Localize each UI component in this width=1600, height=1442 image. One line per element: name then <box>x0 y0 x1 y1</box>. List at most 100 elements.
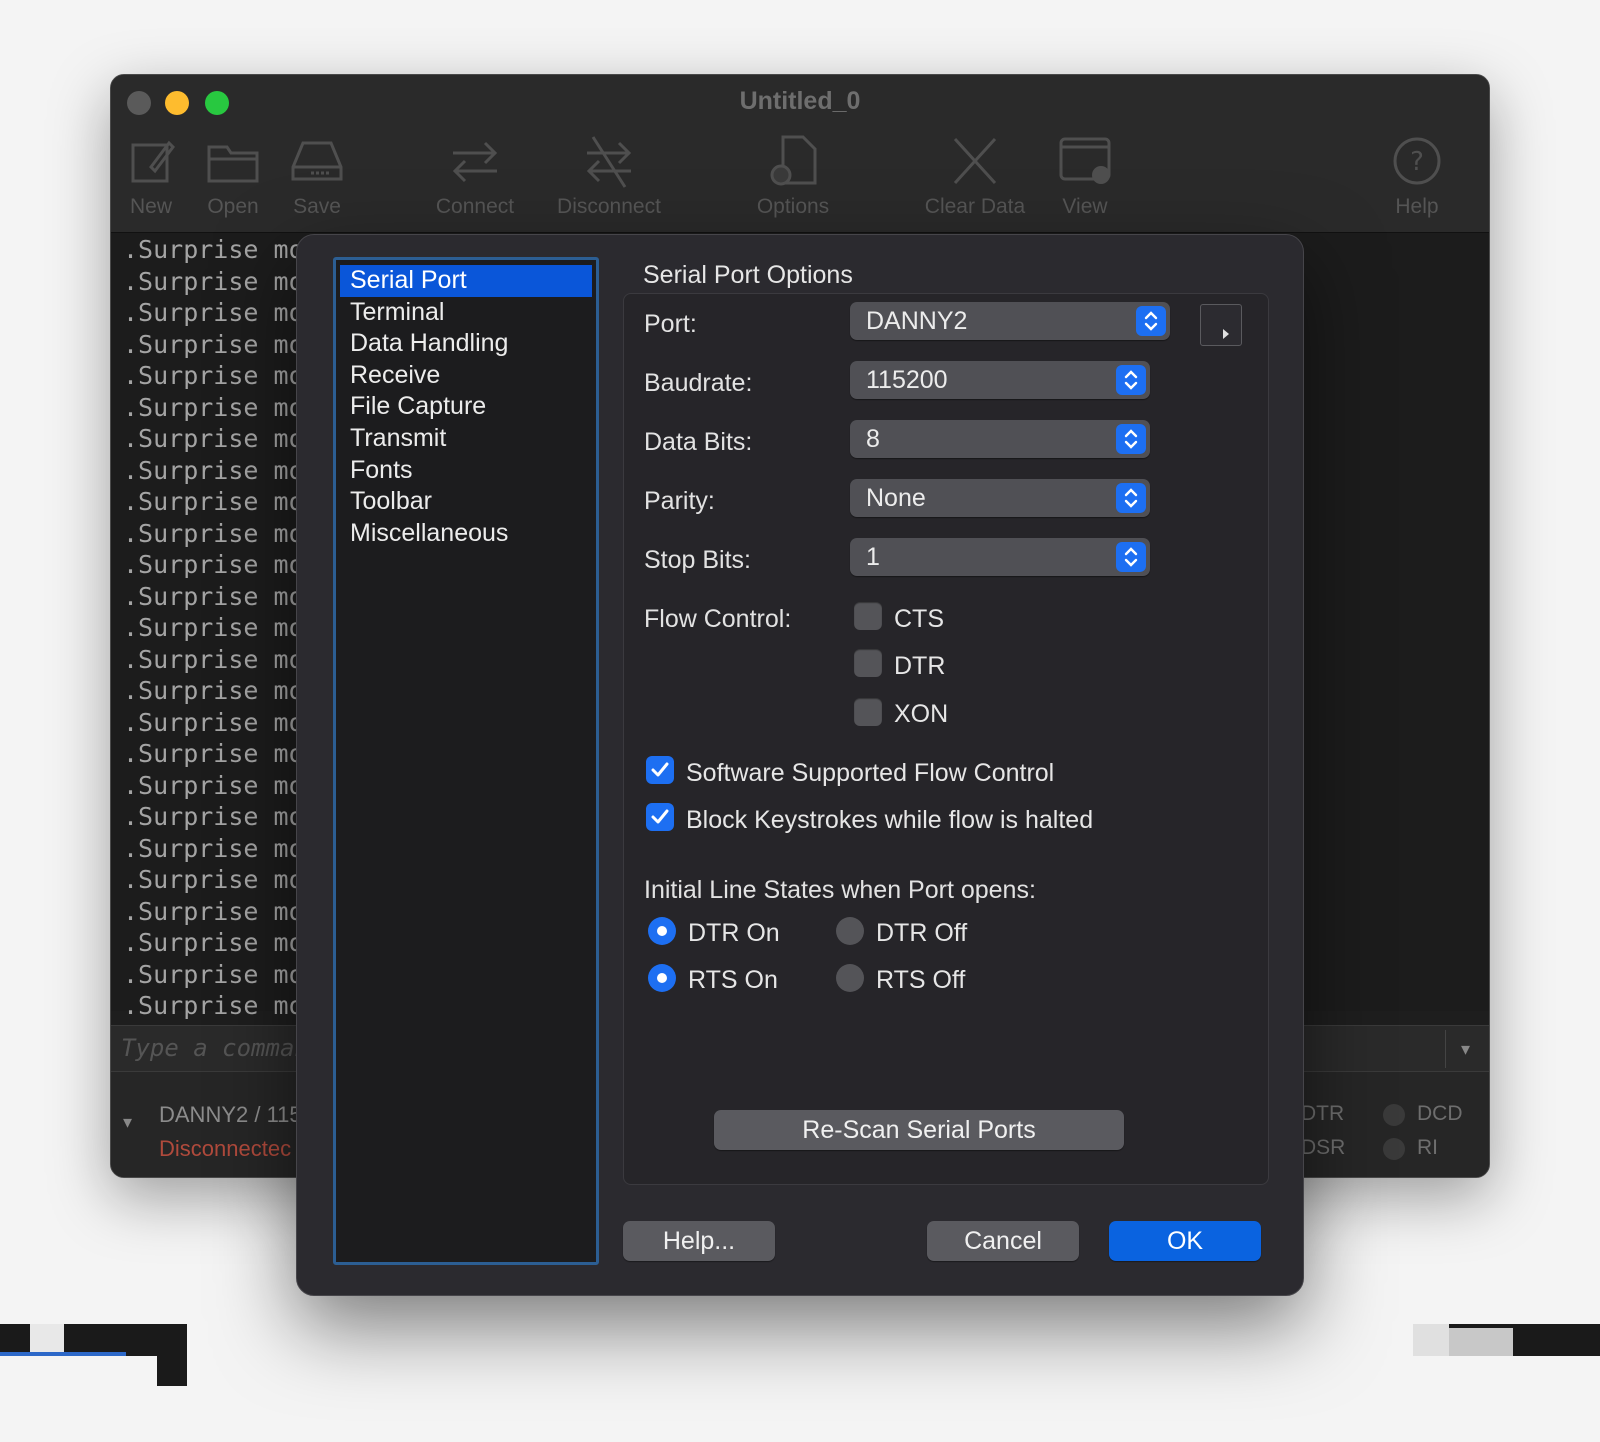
disclosure-triangle-icon <box>1223 329 1229 339</box>
save-button[interactable]: Save <box>257 133 377 219</box>
stop-bits-select[interactable]: 1 <box>850 538 1150 576</box>
terminal-line: .Surprise mot <box>123 676 319 705</box>
terminal-line: .Surprise mot <box>123 770 319 800</box>
data-bits-label: Data Bits: <box>644 428 753 456</box>
dtr-label: DTR <box>894 652 946 680</box>
disconnect-button[interactable]: Disconnect <box>549 133 669 219</box>
port-select[interactable]: DANNY2 <box>850 302 1170 340</box>
category-item-terminal[interactable]: Terminal <box>340 297 592 329</box>
ri-led-icon <box>1383 1138 1405 1160</box>
terminal-line: .Surprise mot <box>123 361 319 390</box>
rts-on-label: RTS On <box>688 966 778 994</box>
terminal-line: .Surprise mot <box>123 329 319 359</box>
category-list[interactable]: Serial Port Terminal Data Handling Recei… <box>333 257 599 1265</box>
clear-data-label: Clear Data <box>924 195 1026 218</box>
dtr-off-label: DTR Off <box>876 919 968 947</box>
line-states-label: Initial Line States when Port opens: <box>644 876 1036 904</box>
category-item-file-capture[interactable]: File Capture <box>340 391 592 423</box>
cts-checkbox[interactable] <box>854 602 882 630</box>
dtr-off-radio[interactable] <box>836 917 864 945</box>
xon-checkbox[interactable] <box>854 698 882 726</box>
category-item-receive[interactable]: Receive <box>340 360 592 392</box>
ok-button[interactable]: OK <box>1109 1221 1261 1261</box>
fragment-left-edge <box>157 1356 187 1386</box>
connect-button[interactable]: Connect <box>415 133 535 219</box>
window-titlebar: Untitled_0 New Open Save Connect Disconn… <box>111 75 1489 233</box>
data-bits-select[interactable]: 8 <box>850 420 1150 458</box>
parity-label: Parity: <box>644 487 715 515</box>
help-label: Help <box>1395 195 1439 218</box>
stop-bits-stepper-icon <box>1116 542 1146 572</box>
checkmark-icon <box>651 762 669 777</box>
baudrate-select[interactable]: 115200 <box>850 361 1150 399</box>
dtr-on-radio[interactable] <box>648 917 676 945</box>
terminal-line: .Surprise mot <box>123 865 319 894</box>
command-history-chevron-icon[interactable]: ▾ <box>1445 1030 1485 1068</box>
clear-data-button[interactable]: Clear Data <box>915 133 1035 219</box>
terminal-line: .Surprise mot <box>123 991 319 1020</box>
fragment-right-block <box>1413 1324 1449 1356</box>
baudrate-label: Baudrate: <box>644 369 753 397</box>
port-info-button[interactable] <box>1200 304 1242 346</box>
terminal-line: .Surprise mot <box>123 928 319 957</box>
category-item-transmit[interactable]: Transmit <box>340 423 592 455</box>
status-toggle-chevron-icon[interactable]: ▾ <box>123 1112 132 1133</box>
rts-off-radio[interactable] <box>836 964 864 992</box>
dcd-led-icon <box>1383 1104 1405 1126</box>
options-label: Options <box>756 195 830 218</box>
help-dialog-button[interactable]: Help... <box>623 1221 775 1261</box>
fragment-left-bar <box>0 1352 126 1356</box>
terminal-line: .Surprise mot <box>123 298 319 327</box>
status-dcd-label: DCD <box>1417 1102 1463 1125</box>
svg-text:?: ? <box>1410 147 1424 177</box>
rts-on-radio[interactable] <box>648 964 676 992</box>
terminal-line: .Surprise mot <box>123 392 319 422</box>
category-item-serial-port[interactable]: Serial Port <box>340 265 592 297</box>
view-window-icon <box>1059 137 1111 184</box>
port-label: Port: <box>644 310 697 338</box>
view-button[interactable]: View <box>1025 133 1145 219</box>
cts-label: CTS <box>894 605 944 633</box>
rts-off-label: RTS Off <box>876 966 966 994</box>
disconnect-arrows-icon <box>586 136 632 188</box>
terminal-line: .Surprise mot <box>123 613 319 642</box>
save-label: Save <box>293 195 341 218</box>
baudrate-value: 115200 <box>866 366 948 394</box>
help-button[interactable]: ? Help <box>1357 133 1477 219</box>
terminal-line: .Surprise mot <box>123 455 319 485</box>
status-dsr-label: DSR <box>1301 1136 1346 1159</box>
command-placeholder: Type a comman <box>121 1034 309 1062</box>
port-value: DANNY2 <box>866 307 968 335</box>
clear-x-icon <box>953 137 997 185</box>
new-document-icon <box>131 140 175 183</box>
software-flow-control-checkbox[interactable] <box>646 756 674 784</box>
software-flow-control-label: Software Supported Flow Control <box>686 759 1055 787</box>
parity-stepper-icon <box>1116 483 1146 513</box>
baudrate-stepper-icon <box>1116 365 1146 395</box>
status-port: DANNY2 / 115 <box>159 1102 302 1127</box>
dtr-on-label: DTR On <box>688 919 780 947</box>
status-connection: Disconnectec <box>159 1136 292 1161</box>
dtr-checkbox[interactable] <box>854 649 882 677</box>
category-item-miscellaneous[interactable]: Miscellaneous <box>340 518 592 550</box>
terminal-line: .Surprise mot <box>123 644 319 674</box>
category-item-fonts[interactable]: Fonts <box>340 455 592 487</box>
terminal-line: .Surprise mot <box>123 833 319 863</box>
serial-port-options-panel: Port: DANNY2 Baudrate: 115200 Data Bits:… <box>623 293 1269 1185</box>
terminal-line: .Surprise mot <box>123 802 319 831</box>
block-keystrokes-checkbox[interactable] <box>646 803 674 831</box>
flow-control-label: Flow Control: <box>644 605 792 633</box>
category-item-toolbar[interactable]: Toolbar <box>340 486 592 518</box>
parity-select[interactable]: None <box>850 479 1150 517</box>
stop-bits-value: 1 <box>866 543 880 571</box>
terminal-line: .Surprise mot <box>123 266 319 296</box>
cancel-button[interactable]: Cancel <box>927 1221 1079 1261</box>
terminal-line: .Surprise mot <box>123 581 319 611</box>
connect-label: Connect <box>435 195 515 218</box>
terminal-line: .Surprise mot <box>123 518 319 548</box>
folder-icon <box>207 145 259 183</box>
terminal-line: .Surprise mot <box>123 487 319 516</box>
rescan-serial-ports-button[interactable]: Re-Scan Serial Ports <box>714 1110 1124 1150</box>
category-item-data-handling[interactable]: Data Handling <box>340 328 592 360</box>
options-button[interactable]: Options <box>733 133 853 219</box>
